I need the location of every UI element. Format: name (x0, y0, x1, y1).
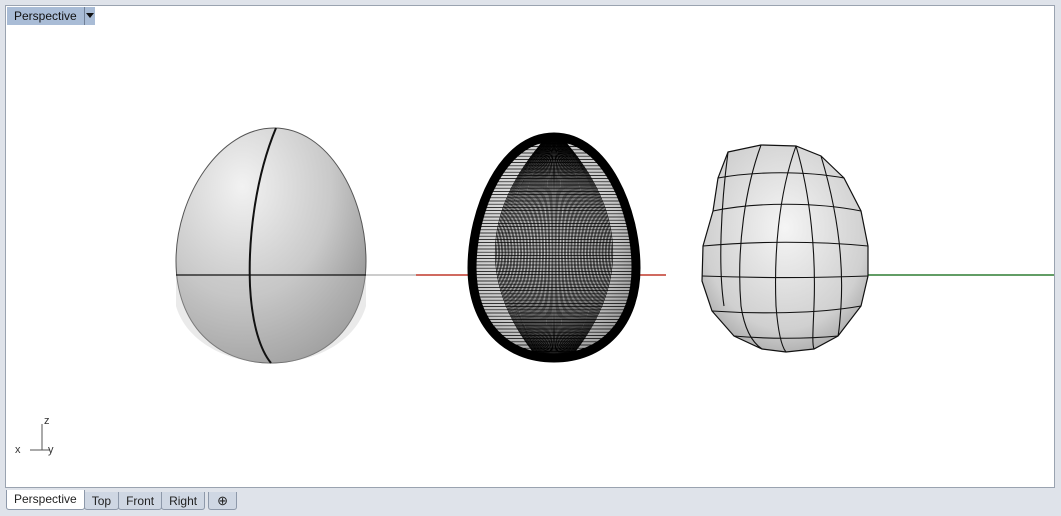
axis-label-x: x (15, 444, 21, 456)
plus-icon[interactable]: ⊕ (208, 492, 237, 510)
viewport-title-bar[interactable]: Perspective (7, 7, 95, 25)
axis-gizmo (30, 424, 50, 451)
viewport-tabs: Perspective Top Front Right ⊕ (6, 490, 237, 510)
tab-perspective[interactable]: Perspective (6, 490, 85, 510)
nurbs-egg[interactable] (175, 127, 367, 364)
tab-front[interactable]: Front (118, 492, 163, 510)
axis-label-y: y (48, 444, 54, 456)
dense-mesh-egg[interactable] (466, 132, 642, 363)
viewport-scene[interactable] (6, 6, 1055, 488)
tab-top[interactable]: Top (83, 492, 120, 510)
tab-right[interactable]: Right (161, 492, 206, 510)
triangle-down-icon[interactable] (84, 7, 95, 25)
axis-label-z: z (44, 415, 50, 427)
perspective-viewport[interactable]: Perspective z x y (5, 5, 1055, 488)
low-poly-mesh-egg[interactable] (701, 144, 869, 353)
viewport-title[interactable]: Perspective (7, 7, 85, 25)
